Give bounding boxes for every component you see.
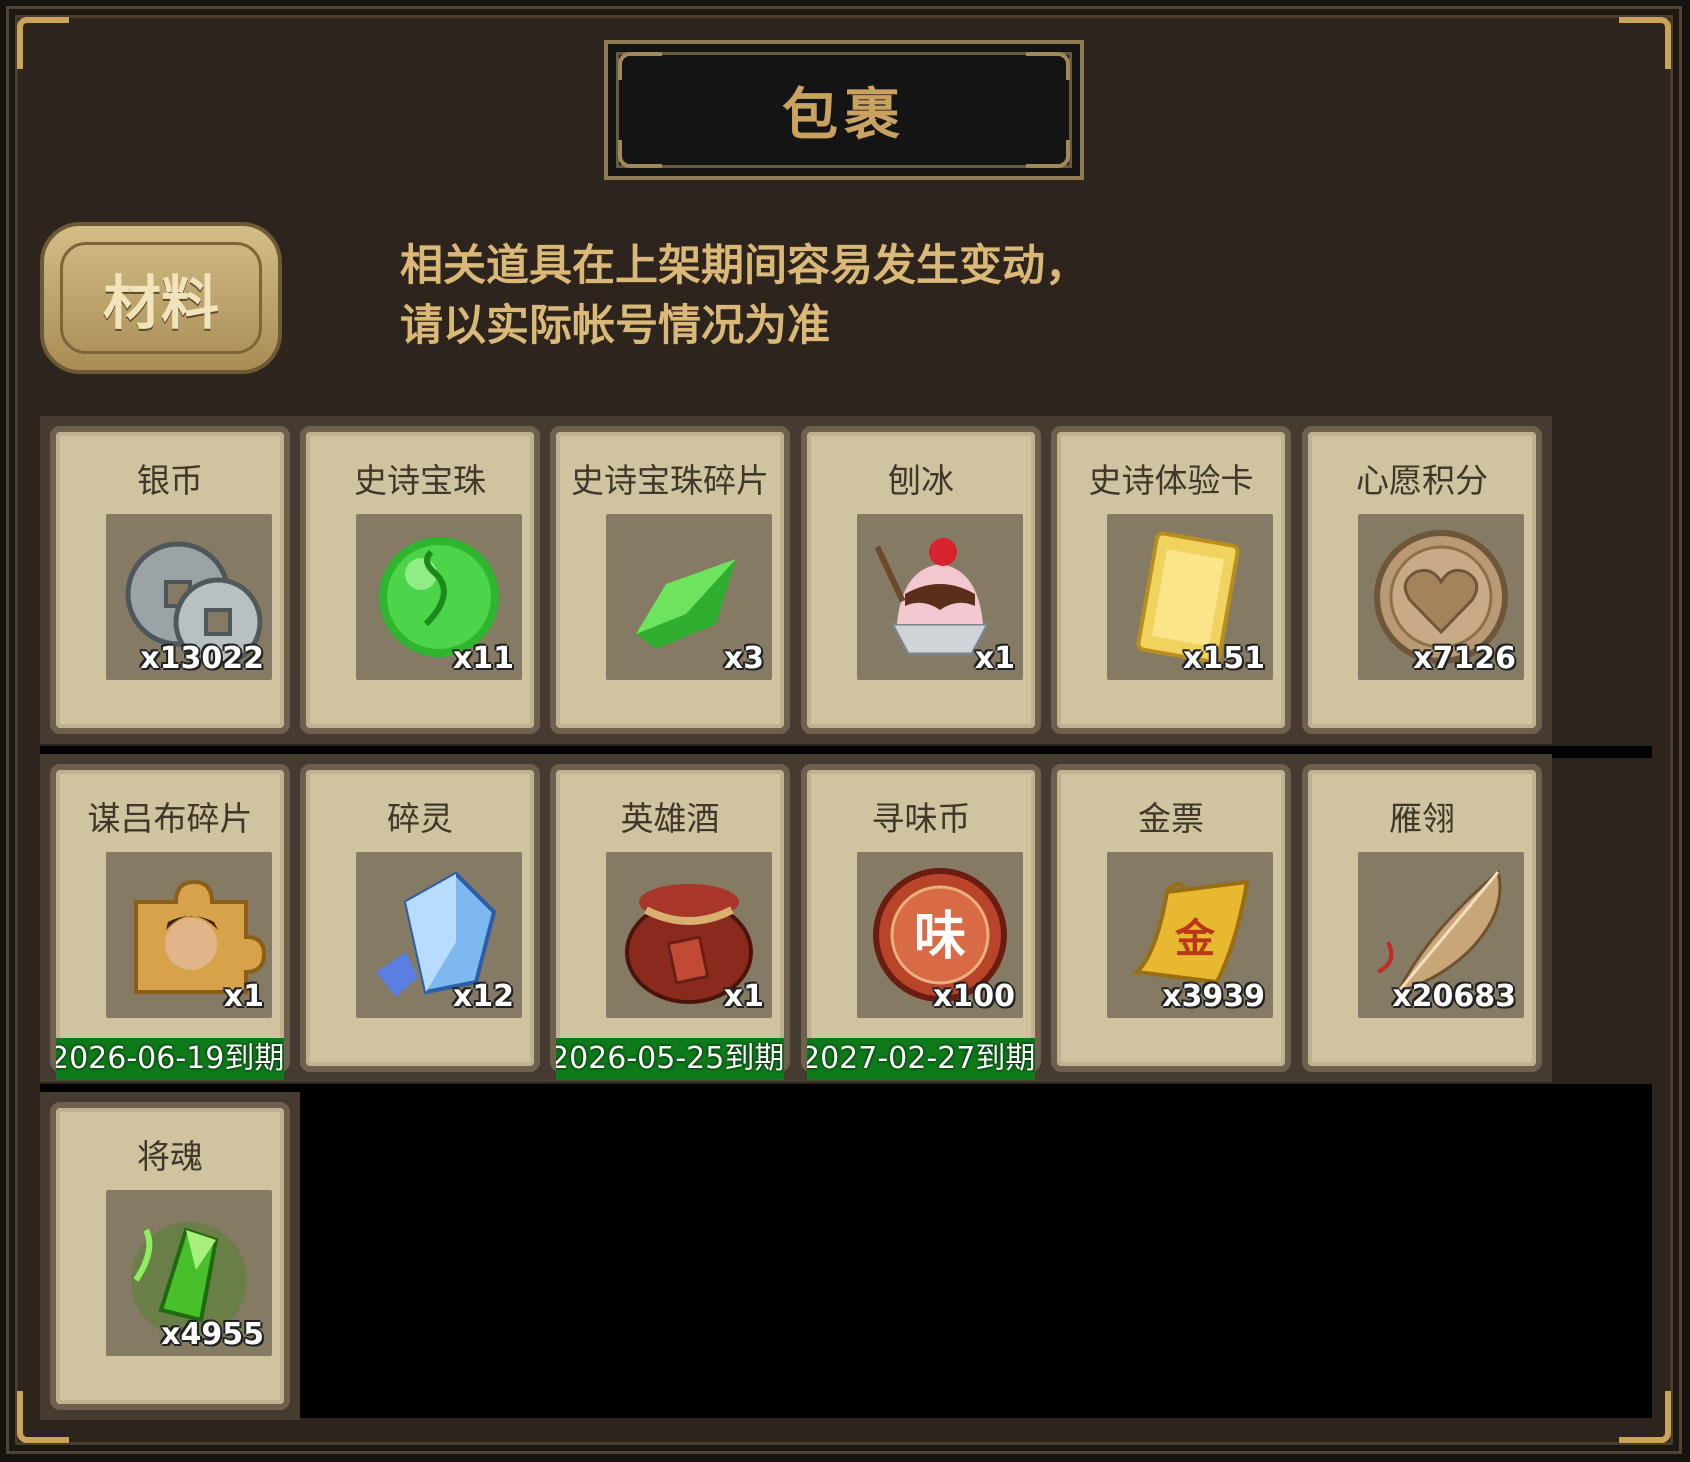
item-count: x1 bbox=[723, 979, 764, 1014]
item-count: x12 bbox=[452, 979, 514, 1014]
tab-materials-label: 材料 bbox=[102, 269, 219, 337]
feather-icon: x20683 bbox=[1358, 852, 1524, 1018]
item-count: x1 bbox=[974, 641, 1015, 676]
item-name: 史诗宝珠碎片 bbox=[571, 461, 769, 500]
item-name: 寻味币 bbox=[871, 799, 971, 838]
item-card-frame: 史诗宝珠碎片 x3 bbox=[550, 426, 790, 734]
item-card-frame: 金票金 x3939 bbox=[1051, 764, 1291, 1072]
item-card-frame: 雁翎 x20683 bbox=[1302, 764, 1542, 1072]
item-name: 金票 bbox=[1138, 799, 1204, 838]
item-count: x7126 bbox=[1413, 641, 1516, 676]
item-name: 雁翎 bbox=[1389, 799, 1455, 838]
shaved-ice-icon: x1 bbox=[857, 514, 1023, 680]
notice-line-1: 相关道具在上架期间容易发生变动， bbox=[400, 241, 1088, 291]
window-title: 包裹 bbox=[782, 82, 906, 148]
item-count: x13022 bbox=[140, 641, 264, 676]
corner-ornament bbox=[17, 17, 69, 69]
expiry-banner: 2026-05-25到期 bbox=[556, 1038, 784, 1080]
item-card-frame: 史诗体验卡 x151 bbox=[1051, 426, 1291, 734]
tab-materials[interactable]: 材料 bbox=[40, 222, 282, 374]
item-card[interactable]: 将魂 x4955 bbox=[40, 1092, 300, 1420]
item-card-frame: 碎灵 x12 bbox=[300, 764, 540, 1072]
item-card[interactable]: 碎灵 x12 bbox=[290, 754, 550, 1082]
expiry-banner: 2027-02-27到期 bbox=[807, 1038, 1035, 1080]
item-name: 史诗宝珠 bbox=[354, 461, 486, 500]
item-count: x11 bbox=[452, 641, 514, 676]
blue-crystal-icon: x12 bbox=[356, 852, 522, 1018]
item-name: 史诗体验卡 bbox=[1088, 461, 1254, 500]
item-card[interactable]: 史诗宝珠碎片 x3 bbox=[540, 416, 800, 744]
item-card[interactable]: 银币 x13022 bbox=[40, 416, 300, 744]
notice-text: 相关道具在上架期间容易发生变动， 请以实际帐号情况为准 bbox=[400, 236, 1088, 356]
green-shard-icon: x3 bbox=[606, 514, 772, 680]
item-count: x100 bbox=[933, 979, 1015, 1014]
item-name: 银币 bbox=[137, 461, 203, 500]
item-name: 将魂 bbox=[137, 1137, 203, 1176]
item-card-frame: 将魂 x4955 bbox=[50, 1102, 290, 1410]
wine-jar-icon: x1 bbox=[606, 852, 772, 1018]
item-name: 谋吕布碎片 bbox=[87, 799, 253, 838]
green-soul-icon: x4955 bbox=[106, 1190, 272, 1356]
item-card[interactable]: 史诗宝珠 x11 bbox=[290, 416, 550, 744]
item-card-frame: 心愿积分 x7126 bbox=[1302, 426, 1542, 734]
gold-card-icon: x151 bbox=[1107, 514, 1273, 680]
notice-line-2: 请以实际帐号情况为准 bbox=[400, 301, 830, 351]
title-plate: 包裹 bbox=[604, 40, 1084, 180]
item-count: x4955 bbox=[161, 1317, 264, 1352]
item-name: 英雄酒 bbox=[620, 799, 720, 838]
item-card[interactable]: 刨冰 x1 bbox=[791, 416, 1051, 744]
item-card-frame: 谋吕布碎片 x1 2026-06-19到期 bbox=[50, 764, 290, 1080]
svg-text:味: 味 bbox=[914, 907, 966, 967]
item-card-frame: 史诗宝珠 x11 bbox=[300, 426, 540, 734]
item-name: 刨冰 bbox=[888, 461, 954, 500]
item-card-frame: 刨冰 x1 bbox=[801, 426, 1041, 734]
svg-text:金: 金 bbox=[1174, 916, 1216, 962]
item-name: 碎灵 bbox=[387, 799, 453, 838]
expiry-banner: 2026-06-19到期 bbox=[56, 1038, 284, 1080]
item-card-frame: 银币 x13022 bbox=[50, 426, 290, 734]
heart-coin-icon: x7126 bbox=[1358, 514, 1524, 680]
expiry-date: 2027-02-27到期 bbox=[807, 1041, 1035, 1076]
silver-coin-icon: x13022 bbox=[106, 514, 272, 680]
expiry-date: 2026-05-25到期 bbox=[556, 1041, 784, 1076]
flavor-coin-icon: 味 x100 bbox=[857, 852, 1023, 1018]
item-card-frame: 英雄酒 x1 2026-05-25到期 bbox=[550, 764, 790, 1080]
item-count: x3939 bbox=[1162, 979, 1265, 1014]
item-card-frame: 寻味币味 x100 2027-02-27到期 bbox=[801, 764, 1041, 1080]
item-count: x1 bbox=[223, 979, 264, 1014]
item-count: x3 bbox=[723, 641, 764, 676]
corner-ornament bbox=[1619, 17, 1671, 69]
item-count: x151 bbox=[1183, 641, 1265, 676]
item-card[interactable]: 心愿积分 x7126 bbox=[1292, 416, 1552, 744]
item-card[interactable]: 谋吕布碎片 x1 2026-06-19到期 bbox=[40, 754, 300, 1082]
item-card[interactable]: 寻味币味 x100 2027-02-27到期 bbox=[791, 754, 1051, 1082]
expiry-date: 2026-06-19到期 bbox=[56, 1041, 284, 1076]
item-card[interactable]: 史诗体验卡 x151 bbox=[1041, 416, 1301, 744]
item-card[interactable]: 金票金 x3939 bbox=[1041, 754, 1301, 1082]
item-card[interactable]: 雁翎 x20683 bbox=[1292, 754, 1552, 1082]
item-card[interactable]: 英雄酒 x1 2026-05-25到期 bbox=[540, 754, 800, 1082]
gold-ticket-icon: 金 x3939 bbox=[1107, 852, 1273, 1018]
item-count: x20683 bbox=[1392, 979, 1516, 1014]
hero-puzzle-icon: x1 bbox=[106, 852, 272, 1018]
green-orb-icon: x11 bbox=[356, 514, 522, 680]
item-name: 心愿积分 bbox=[1356, 461, 1488, 500]
